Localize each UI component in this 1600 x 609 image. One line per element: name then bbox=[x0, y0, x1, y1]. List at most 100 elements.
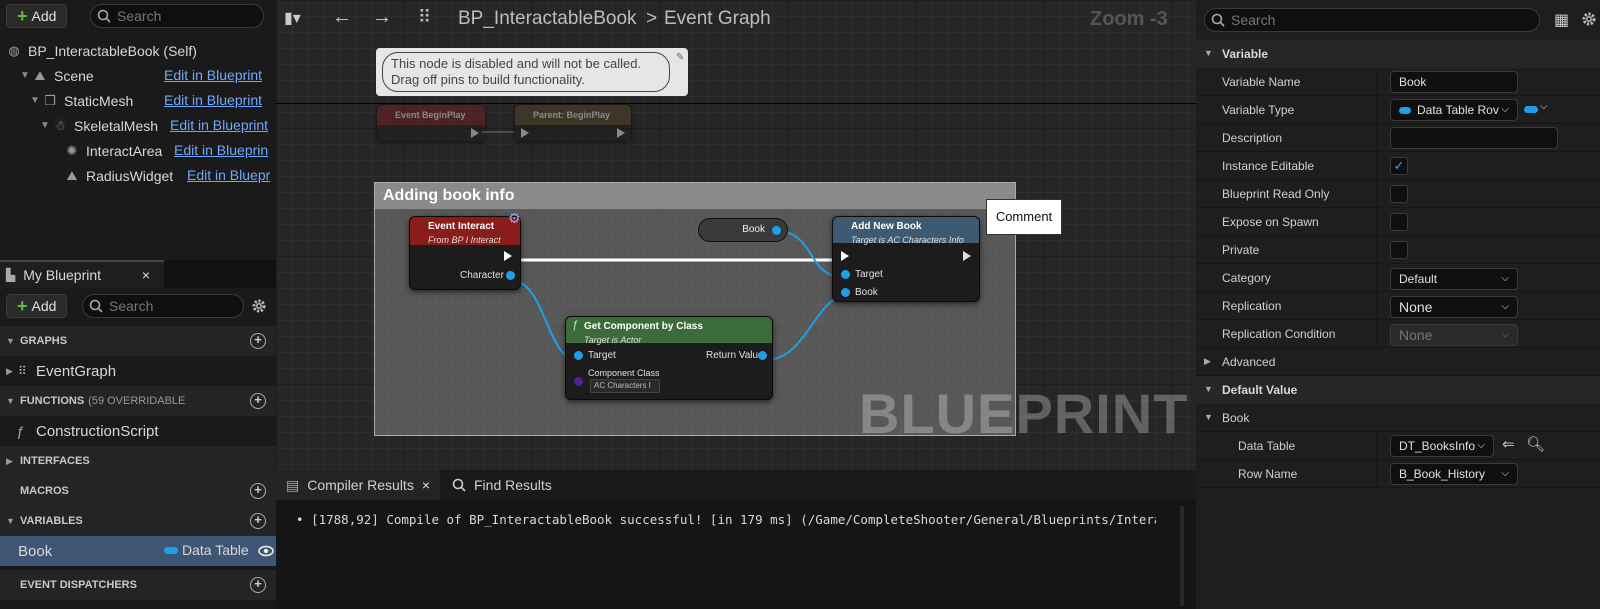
browse-icon[interactable]: 🔍︎ bbox=[1526, 435, 1545, 453]
expose-on-spawn-checkbox[interactable] bbox=[1390, 213, 1408, 231]
table-view-icon[interactable]: ▦ bbox=[1554, 10, 1569, 30]
tab-my-blueprint[interactable]: ▙ My Blueprint × bbox=[0, 260, 164, 288]
component-class-dropdown[interactable]: AC Characters I bbox=[590, 379, 660, 393]
description-field[interactable] bbox=[1390, 127, 1558, 149]
section-functions[interactable]: ▼ FUNCTIONS (59 OVERRIDABLE + bbox=[0, 386, 276, 416]
chevron-down-icon[interactable]: ⌵ bbox=[1540, 101, 1548, 112]
return-value-pin[interactable] bbox=[758, 351, 767, 360]
row-book-struct[interactable]: ▼ Book bbox=[1196, 404, 1600, 432]
row-advanced[interactable]: ▶ Advanced bbox=[1196, 348, 1600, 376]
variable-row-book[interactable]: Book Data Table bbox=[0, 536, 276, 566]
event-interact-node[interactable]: Event Interact From BP I Interact Charac… bbox=[409, 216, 521, 290]
edit-in-blueprint-link[interactable]: Edit in Blueprint bbox=[170, 117, 274, 133]
add-member-button[interactable]: + Add bbox=[6, 294, 68, 318]
search-icon bbox=[452, 478, 466, 492]
bp-read-only-checkbox[interactable] bbox=[1390, 185, 1408, 203]
edit-in-blueprint-link[interactable]: Edit in Blueprin bbox=[174, 142, 274, 158]
tree-item-self[interactable]: ◍ BP_InteractableBook (Self) bbox=[0, 38, 276, 63]
close-icon[interactable]: × bbox=[142, 267, 150, 283]
tab-compiler-results[interactable]: ▤ Compiler Results × bbox=[276, 470, 441, 500]
exec-in-pin[interactable] bbox=[841, 251, 849, 261]
list-item-eventgraph[interactable]: ▶ ⠿ EventGraph bbox=[0, 356, 276, 386]
private-checkbox[interactable] bbox=[1390, 241, 1408, 259]
data-table-dropdown[interactable]: DT_BooksInfo ⌵ bbox=[1390, 435, 1494, 457]
divider bbox=[1376, 236, 1377, 264]
get-component-by-class-node[interactable]: Get Component by Class Target is Actor ƒ… bbox=[565, 316, 773, 400]
details-panel: Search ▦ ▼ Variable Variable Name Book Va… bbox=[1196, 0, 1600, 609]
chevron-down-icon: ⌵ bbox=[1477, 440, 1485, 451]
add-function-icon[interactable]: + bbox=[250, 393, 266, 409]
category-variable[interactable]: ▼ Variable bbox=[1196, 40, 1600, 68]
expand-icon: ▶ bbox=[6, 455, 13, 466]
category-dropdown[interactable]: Default ⌵ bbox=[1390, 268, 1518, 290]
replication-dropdown[interactable]: None ⌵ bbox=[1390, 296, 1518, 318]
collapse-icon: ▼ bbox=[1204, 412, 1213, 422]
add-component-button[interactable]: + Add bbox=[6, 4, 68, 28]
gc-target-pin[interactable] bbox=[574, 351, 583, 360]
search-placeholder: Search bbox=[1231, 12, 1276, 28]
section-label: VARIABLES bbox=[20, 515, 83, 527]
expand-icon: ▶ bbox=[1204, 356, 1211, 366]
collapse-icon: ▼ bbox=[40, 120, 50, 131]
use-selected-icon[interactable]: ⇐ bbox=[1502, 435, 1515, 453]
variable-type-dropdown[interactable]: Data Table Rov ⌵ bbox=[1390, 99, 1518, 121]
exec-out-pin[interactable] bbox=[963, 251, 971, 261]
target-pin[interactable] bbox=[841, 270, 850, 279]
log-scrollbar[interactable] bbox=[1180, 506, 1184, 606]
tree-label: InteractArea bbox=[86, 142, 163, 159]
gear-icon[interactable] bbox=[1580, 10, 1598, 28]
edit-in-blueprint-link[interactable]: Edit in Bluepr bbox=[187, 167, 274, 183]
close-icon[interactable]: × bbox=[422, 477, 430, 493]
dropdown-value: None bbox=[1399, 299, 1433, 315]
results-panel: ▤ Compiler Results × Find Results • [178… bbox=[276, 470, 1196, 609]
type-pill-icon bbox=[164, 547, 178, 554]
container-type-icon[interactable] bbox=[1524, 106, 1538, 113]
add-new-book-node[interactable]: Add New Book Target is AC Characters Inf… bbox=[832, 216, 980, 302]
section-interfaces[interactable]: ▶ INTERFACES bbox=[0, 446, 276, 476]
row-label: Variable Name bbox=[1222, 75, 1301, 89]
section-graphs[interactable]: ▼ GRAPHS + bbox=[0, 326, 276, 356]
add-macro-icon[interactable]: + bbox=[250, 483, 266, 499]
widget-icon: ⛰ bbox=[66, 167, 78, 183]
book-in-pin[interactable] bbox=[841, 288, 850, 297]
exec-out-pin[interactable] bbox=[504, 251, 512, 261]
section-event-dispatchers[interactable]: EVENT DISPATCHERS + bbox=[0, 570, 276, 600]
my-blueprint-search-input[interactable]: Search bbox=[82, 294, 244, 318]
book-variable-node[interactable]: Book bbox=[698, 218, 788, 242]
variable-name-field[interactable]: Book bbox=[1390, 71, 1518, 93]
add-variable-icon[interactable]: + bbox=[250, 513, 266, 529]
plus-icon: + bbox=[17, 6, 28, 26]
add-dispatcher-icon[interactable]: + bbox=[250, 577, 266, 593]
character-pin-label: Character bbox=[460, 270, 504, 281]
section-variables[interactable]: ▼ VARIABLES + bbox=[0, 506, 276, 536]
edit-in-blueprint-link[interactable]: Edit in Blueprint bbox=[164, 67, 274, 83]
actor-icon: ◍ bbox=[8, 42, 20, 58]
row-name-dropdown[interactable]: B_Book_History ⌵ bbox=[1390, 463, 1518, 485]
tree-label: Scene bbox=[54, 67, 94, 84]
tab-find-results[interactable]: Find Results bbox=[442, 470, 562, 500]
list-item-constructionscript[interactable]: ƒ ConstructionScript bbox=[0, 416, 276, 446]
components-search-input[interactable]: Search bbox=[90, 4, 264, 28]
collapse-icon: ▼ bbox=[1204, 48, 1213, 58]
section-macros[interactable]: MACROS + bbox=[0, 476, 276, 506]
row-label: Private bbox=[1222, 243, 1260, 257]
eye-icon[interactable] bbox=[258, 544, 274, 558]
book-out-pin[interactable] bbox=[772, 226, 781, 235]
event-graph-canvas[interactable]: ▮▾ ← → ⠿ BP_InteractableBook > Event Gra… bbox=[276, 0, 1196, 470]
node-subtitle: Target is Actor bbox=[584, 335, 642, 345]
row-label: Row Name bbox=[1238, 467, 1298, 481]
add-graph-icon[interactable]: + bbox=[250, 333, 266, 349]
category-default-value[interactable]: ▼ Default Value bbox=[1196, 376, 1600, 404]
component-class-pin[interactable] bbox=[574, 377, 583, 386]
instance-editable-checkbox[interactable]: ✓ bbox=[1390, 157, 1408, 175]
chevron-down-icon: ⌵ bbox=[1501, 468, 1509, 479]
bullet-icon: • bbox=[296, 512, 312, 527]
gear-icon[interactable] bbox=[250, 297, 268, 315]
search-icon bbox=[89, 299, 103, 313]
edit-in-blueprint-link[interactable]: Edit in Blueprint bbox=[164, 92, 274, 108]
compiler-icon: ▤ bbox=[286, 476, 300, 493]
sphere-icon: ✺ bbox=[66, 142, 78, 158]
details-search-input[interactable]: Search bbox=[1204, 8, 1540, 32]
compile-log-line: • [1788,92] Compile of BP_InteractableBo… bbox=[296, 512, 1156, 530]
character-pin[interactable] bbox=[506, 271, 515, 280]
